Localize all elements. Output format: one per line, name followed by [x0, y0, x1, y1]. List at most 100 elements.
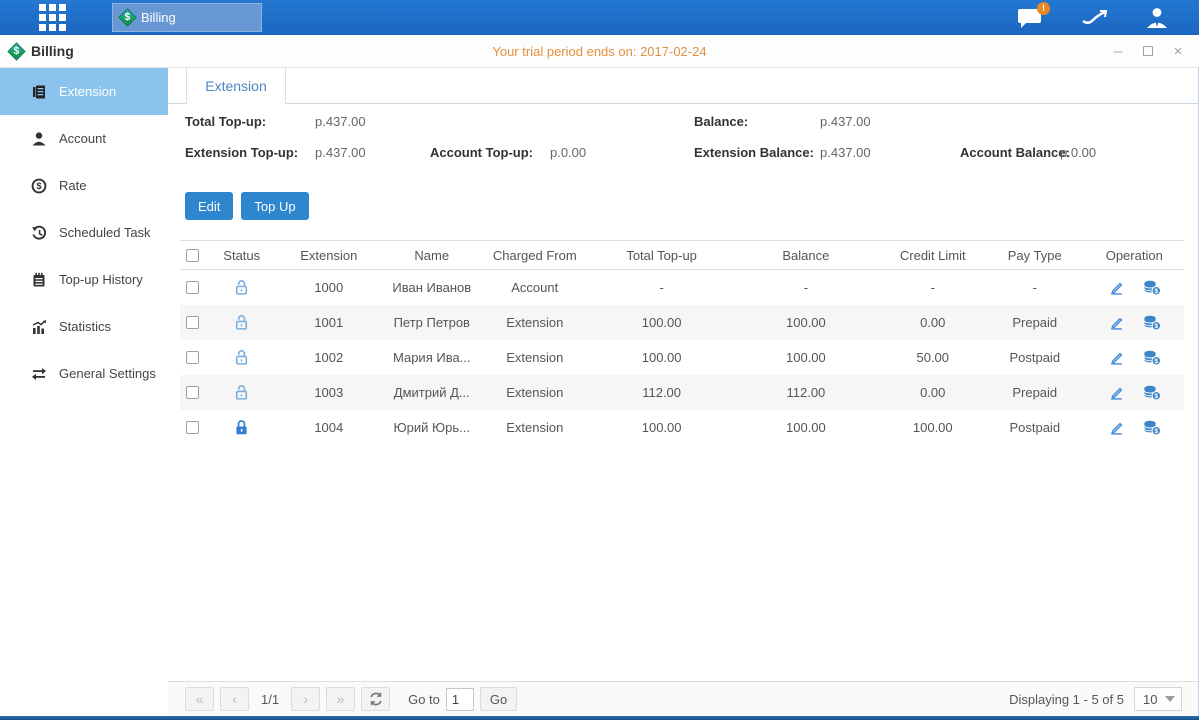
- unlocked-icon: [233, 384, 250, 401]
- edit-icon[interactable]: [1108, 384, 1125, 401]
- top-up-icon[interactable]: $: [1143, 349, 1161, 366]
- page-size-value: 10: [1143, 692, 1157, 707]
- top-up-icon[interactable]: $: [1143, 279, 1161, 296]
- cell-credit-limit: 0.00: [881, 385, 985, 400]
- sidebar-item-extension[interactable]: Extension: [0, 68, 168, 115]
- cell-credit-limit: -: [881, 280, 985, 295]
- select-all-checkbox[interactable]: [186, 249, 199, 262]
- first-page-button[interactable]: «: [185, 687, 214, 711]
- table-row: 1003 Дмитрий Д... Extension 112.00 112.0…: [180, 375, 1184, 410]
- cell-charged-from: Extension: [478, 350, 592, 365]
- col-header-status[interactable]: Status: [212, 248, 272, 263]
- row-checkbox[interactable]: [186, 351, 199, 364]
- goto-page-input[interactable]: [446, 688, 474, 711]
- table-row: 1004 Юрий Юрь... Extension 100.00 100.00…: [180, 410, 1184, 445]
- account-balance-label: Account Balance:: [960, 145, 1070, 160]
- cell-charged-from: Extension: [478, 385, 592, 400]
- maximize-icon[interactable]: [1143, 46, 1153, 56]
- extension-topup-value: p.437.00: [315, 145, 366, 160]
- window-bottom-edge: [0, 716, 1199, 720]
- row-checkbox[interactable]: [186, 386, 199, 399]
- cell-total-topup: 100.00: [592, 350, 731, 365]
- svg-text:$: $: [1154, 323, 1158, 330]
- balance-label: Balance:: [694, 114, 748, 129]
- go-button[interactable]: Go: [480, 687, 517, 711]
- notifications-icon[interactable]: !: [1017, 7, 1043, 29]
- edit-icon[interactable]: [1108, 349, 1125, 366]
- cell-pay-type: -: [985, 280, 1085, 295]
- chevron-down-icon: [1165, 696, 1175, 702]
- tab-strip: Extension: [168, 68, 1198, 104]
- svg-text:$: $: [1154, 393, 1158, 400]
- row-checkbox[interactable]: [186, 316, 199, 329]
- cell-balance: 112.00: [731, 385, 880, 400]
- col-header-extension[interactable]: Extension: [272, 248, 386, 263]
- sidebar-item-general-settings[interactable]: General Settings: [0, 350, 168, 397]
- pagination-bar: « ‹ 1/1 › » Go to Go Displaying 1 - 5 of…: [168, 681, 1198, 716]
- sidebar-item-statistics[interactable]: Statistics: [0, 303, 168, 350]
- window-titlebar: Your trial period ends on: 2017-02-24 $ …: [0, 35, 1199, 68]
- page-size-select[interactable]: 10: [1134, 687, 1182, 711]
- previous-page-button[interactable]: ‹: [220, 687, 249, 711]
- row-checkbox[interactable]: [186, 421, 199, 434]
- row-checkbox[interactable]: [186, 281, 199, 294]
- account-icon: [31, 131, 47, 147]
- cell-extension: 1004: [272, 420, 386, 435]
- top-up-icon[interactable]: $: [1143, 419, 1161, 436]
- last-page-button[interactable]: »: [326, 687, 355, 711]
- sidebar-item-account[interactable]: Account: [0, 115, 168, 162]
- sidebar-item-label: Account: [59, 131, 106, 146]
- monitor-chart-icon[interactable]: [1081, 8, 1107, 28]
- general-settings-icon: [31, 366, 47, 382]
- taskbar: $ Billing !: [0, 0, 1199, 35]
- cell-charged-from: Account: [478, 280, 592, 295]
- extension-table: Status Extension Name Charged From Total…: [180, 240, 1184, 445]
- taskbar-tab-billing[interactable]: $ Billing: [112, 3, 262, 32]
- extension-balance-label: Extension Balance:: [694, 145, 814, 160]
- cell-extension: 1002: [272, 350, 386, 365]
- edit-icon[interactable]: [1108, 419, 1125, 436]
- cell-name: Мария Ива...: [386, 350, 478, 365]
- minimize-icon[interactable]: –: [1111, 44, 1125, 58]
- tab-extension[interactable]: Extension: [186, 68, 286, 104]
- refresh-icon: [369, 692, 383, 706]
- close-icon[interactable]: ×: [1171, 44, 1185, 58]
- sidebar-item-rate[interactable]: $ Rate: [0, 162, 168, 209]
- top-up-icon[interactable]: $: [1143, 314, 1161, 331]
- cell-credit-limit: 50.00: [881, 350, 985, 365]
- app-grid-icon[interactable]: [35, 1, 69, 35]
- account-topup-value: p.0.00: [550, 145, 586, 160]
- col-header-charged-from[interactable]: Charged From: [478, 248, 592, 263]
- col-header-operation: Operation: [1085, 248, 1185, 263]
- refresh-button[interactable]: [361, 687, 390, 711]
- col-header-balance[interactable]: Balance: [731, 248, 880, 263]
- unlocked-icon: [233, 279, 250, 296]
- col-header-name[interactable]: Name: [386, 248, 478, 263]
- cell-balance: 100.00: [731, 420, 880, 435]
- sidebar-item-label: Statistics: [59, 319, 111, 334]
- sidebar-item-label: Extension: [59, 84, 116, 99]
- cell-name: Иван Иванов: [386, 280, 478, 295]
- top-up-icon[interactable]: $: [1143, 384, 1161, 401]
- edit-icon[interactable]: [1108, 279, 1125, 296]
- main-panel: Extension Total Top-up: p.437.00 Balance…: [168, 68, 1198, 716]
- cell-balance: 100.00: [731, 315, 880, 330]
- edit-icon[interactable]: [1108, 314, 1125, 331]
- sidebar-item-topup-history[interactable]: Top-up History: [0, 256, 168, 303]
- sidebar-item-scheduled-task[interactable]: Scheduled Task: [0, 209, 168, 256]
- edit-button[interactable]: Edit: [185, 192, 233, 220]
- cell-charged-from: Extension: [478, 420, 592, 435]
- total-topup-label: Total Top-up:: [185, 114, 266, 129]
- cell-total-topup: 100.00: [592, 420, 731, 435]
- col-header-total-topup[interactable]: Total Top-up: [592, 248, 731, 263]
- billing-dollar-icon: $: [118, 8, 136, 26]
- table-row: 1002 Мария Ива... Extension 100.00 100.0…: [180, 340, 1184, 375]
- top-up-button[interactable]: Top Up: [241, 192, 308, 220]
- account-topup-label: Account Top-up:: [430, 145, 533, 160]
- col-header-credit-limit[interactable]: Credit Limit: [881, 248, 985, 263]
- user-account-icon[interactable]: [1145, 6, 1169, 30]
- next-page-button[interactable]: ›: [291, 687, 320, 711]
- balance-value: p.437.00: [820, 114, 871, 129]
- topup-history-icon: [31, 272, 47, 288]
- col-header-pay-type[interactable]: Pay Type: [985, 248, 1085, 263]
